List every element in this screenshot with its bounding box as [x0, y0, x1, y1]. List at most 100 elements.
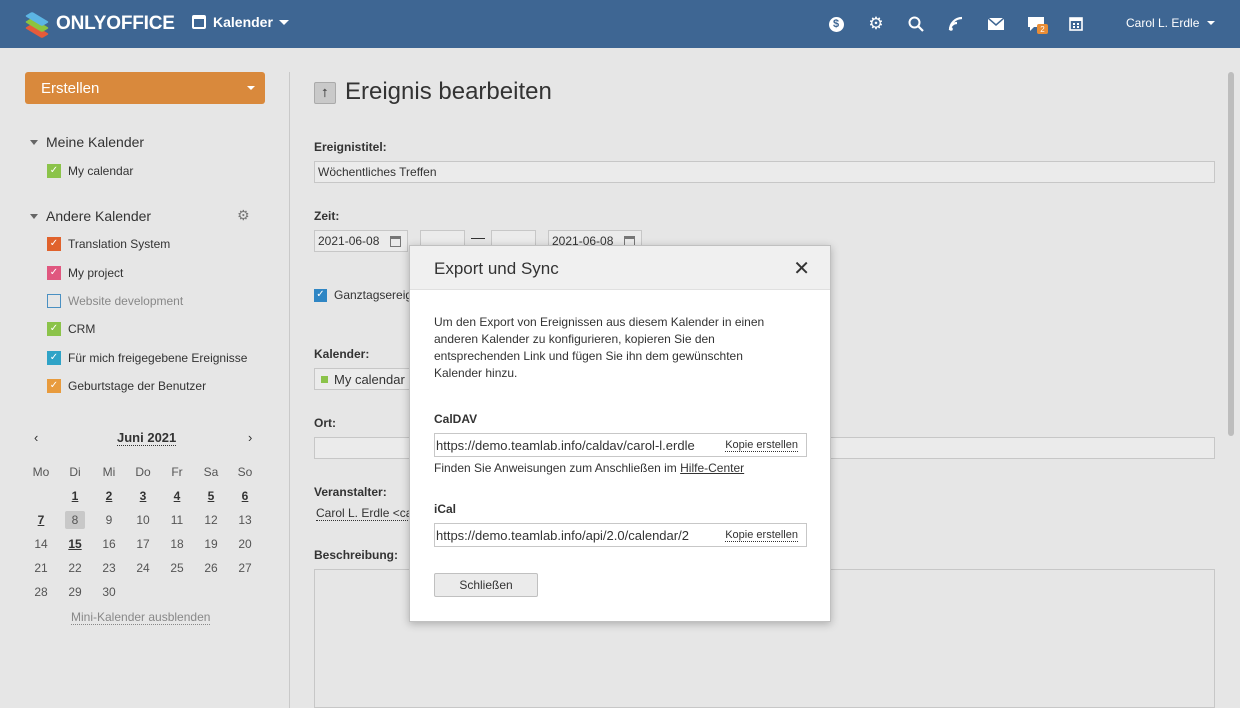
dialog-title: Export und Sync — [434, 259, 559, 278]
mini-calendar-day[interactable]: 11 — [160, 513, 194, 527]
calendar-item-crm[interactable]: ✓ CRM — [47, 322, 95, 336]
mini-calendar-day[interactable]: 5 — [194, 489, 228, 503]
weekday-label: Sa — [203, 465, 219, 479]
search-icon[interactable] — [907, 15, 925, 33]
date-picker-icon[interactable] — [390, 236, 401, 247]
calendar-item-birthdays[interactable]: ✓ Geburtstage der Benutzer — [47, 379, 206, 393]
calendar-item-shared-events[interactable]: ✓ Für mich freigegebene Ereignisse — [47, 351, 247, 365]
caldav-label: CalDAV — [434, 412, 478, 426]
calendar-checkbox[interactable]: ✓ — [47, 322, 61, 336]
mini-calendar-day[interactable]: 19 — [194, 537, 228, 551]
calendar-label: My calendar — [68, 164, 134, 178]
ical-url[interactable]: https://demo.teamlab.info/api/2.0/calend… — [435, 528, 719, 543]
module-switcher[interactable]: Kalender — [192, 14, 289, 30]
mini-calendar-day[interactable]: 4 — [160, 489, 194, 503]
weekday-label: So — [237, 465, 253, 479]
mini-calendar-day[interactable]: 3 — [126, 489, 160, 503]
ical-link-field[interactable]: https://demo.teamlab.info/api/2.0/calend… — [434, 523, 807, 547]
calendar-item-website-development[interactable]: Website development — [47, 294, 183, 308]
mini-calendar-day[interactable]: 12 — [194, 513, 228, 527]
mini-calendar-day[interactable]: 25 — [160, 561, 194, 575]
mini-calendar-day[interactable]: 20 — [228, 537, 262, 551]
calendar-select[interactable]: My calendar — [314, 368, 414, 390]
mini-calendar-day[interactable]: 22 — [58, 561, 92, 575]
billing-icon[interactable]: $ — [827, 15, 845, 33]
mini-calendar-day[interactable]: 9 — [92, 513, 126, 527]
calendar-checkbox[interactable]: ✓ — [47, 266, 61, 280]
prev-month-arrow-icon[interactable]: ‹ — [34, 430, 38, 445]
onlyoffice-logo[interactable]: ONLYOFFICE — [24, 11, 175, 39]
create-button[interactable]: Erstellen — [25, 72, 265, 104]
calendar-label: Geburtstage der Benutzer — [68, 379, 207, 393]
calendar-checkbox[interactable]: ✓ — [47, 164, 61, 178]
help-center-link[interactable]: Hilfe-Center — [680, 461, 744, 475]
settings-icon[interactable]: ⚙ — [867, 15, 885, 33]
start-date-input[interactable]: 2021-06-08 — [314, 230, 408, 252]
export-sync-dialog: Export und Sync ✕ Um den Export von Erei… — [409, 245, 831, 622]
mini-calendar-day[interactable]: 1 — [58, 489, 92, 503]
mini-calendar-day[interactable]: 15 — [58, 537, 92, 551]
ical-label: iCal — [434, 502, 457, 516]
my-calendars-header[interactable]: Meine Kalender — [30, 134, 144, 150]
mini-calendar-day[interactable]: 2 — [92, 489, 126, 503]
calendar-checkbox[interactable]: ✓ — [47, 379, 61, 393]
calendar-checkbox[interactable]: ✓ — [47, 237, 61, 251]
collapse-arrow-icon — [30, 139, 38, 145]
event-title-value: Wöchentliches Treffen — [318, 165, 437, 179]
page-scrollbar[interactable] — [1228, 72, 1234, 436]
feed-icon[interactable] — [947, 15, 965, 33]
mini-calendar-day[interactable]: 29 — [58, 585, 92, 599]
chat-icon[interactable]: 2 — [1027, 15, 1048, 34]
ical-copy-link[interactable]: Kopie erstellen — [725, 529, 798, 542]
event-title-input[interactable]: Wöchentliches Treffen — [314, 161, 1215, 183]
caldav-copy-link[interactable]: Kopie erstellen — [725, 439, 798, 452]
calendar-item-my-calendar[interactable]: ✓ My calendar — [47, 164, 133, 178]
mail-icon[interactable] — [987, 15, 1005, 33]
calendar-checkbox[interactable]: ✓ — [47, 351, 61, 365]
calendar-item-translation-system[interactable]: ✓ Translation System — [47, 237, 170, 251]
mini-calendar-header: ‹ Juni 2021 › — [32, 430, 258, 446]
top-navigation-bar: ONLYOFFICE Kalender $ ⚙ 2 Carol L. Erdle — [0, 0, 1240, 48]
dialog-intro-text: Um den Export von Ereignissen aus diesem… — [434, 315, 765, 380]
mini-calendar-grid: Mo Di Mi Do Fr Sa So 1 2 3 4 5 6 7 8 9 10 11 12 13 14… — [24, 460, 262, 604]
logo-layers-icon — [24, 11, 50, 39]
mini-calendar-day[interactable]: 30 — [92, 585, 126, 599]
other-calendars-header[interactable]: Andere Kalender — [30, 208, 151, 224]
next-month-arrow-icon[interactable]: › — [248, 430, 252, 445]
calendar-item-my-project[interactable]: ✓ My project — [47, 266, 123, 280]
calendar-icon[interactable] — [1067, 15, 1085, 33]
caldav-url[interactable]: https://demo.teamlab.info/caldav/carol-l… — [435, 438, 719, 453]
mini-calendar-day[interactable]: 17 — [126, 537, 160, 551]
close-icon[interactable]: ✕ — [793, 258, 810, 278]
mini-calendar-day[interactable]: 8 — [58, 511, 92, 529]
mini-calendar-day[interactable]: 6 — [228, 489, 262, 503]
mini-calendar-day[interactable]: 16 — [92, 537, 126, 551]
mini-calendar-day[interactable]: 18 — [160, 537, 194, 551]
mini-calendar-day[interactable]: 23 — [92, 561, 126, 575]
mini-calendar-day[interactable]: 21 — [24, 561, 58, 575]
mini-calendar-day[interactable]: 7 — [24, 513, 58, 527]
user-menu[interactable]: Carol L. Erdle — [1126, 16, 1216, 30]
calendar-checkbox[interactable] — [47, 294, 61, 308]
close-button[interactable]: Schließen — [434, 573, 538, 597]
event-title-label: Ereignistitel: — [314, 140, 387, 154]
other-calendars-title: Andere Kalender — [46, 208, 152, 224]
calendar-settings-gear-icon[interactable]: ⚙ — [237, 208, 250, 224]
mini-calendar-day[interactable]: 14 — [24, 537, 58, 551]
organizer-label: Veranstalter: — [314, 485, 387, 499]
mini-calendar-day[interactable]: 24 — [126, 561, 160, 575]
allday-checkbox[interactable]: ✓ — [314, 288, 327, 302]
mini-calendar-month[interactable]: Juni 2021 — [117, 430, 177, 446]
mini-calendar-week-row: 28 29 30 — [24, 580, 262, 604]
mini-calendar-day[interactable]: 10 — [126, 513, 160, 527]
weekday-label: Fr — [171, 465, 183, 479]
mini-calendar-day[interactable]: 13 — [228, 513, 262, 527]
calendar-select-value: My calendar — [334, 371, 405, 387]
mini-calendar-day[interactable]: 26 — [194, 561, 228, 575]
hide-mini-calendar-link[interactable]: Mini-Kalender ausblenden — [71, 610, 211, 625]
mini-calendar-day[interactable]: 28 — [24, 585, 58, 599]
back-button[interactable]: ⭡ — [314, 82, 336, 104]
user-name: Carol L. Erdle — [1126, 16, 1200, 30]
caldav-link-field[interactable]: https://demo.teamlab.info/caldav/carol-l… — [434, 433, 807, 457]
mini-calendar-day[interactable]: 27 — [228, 561, 262, 575]
